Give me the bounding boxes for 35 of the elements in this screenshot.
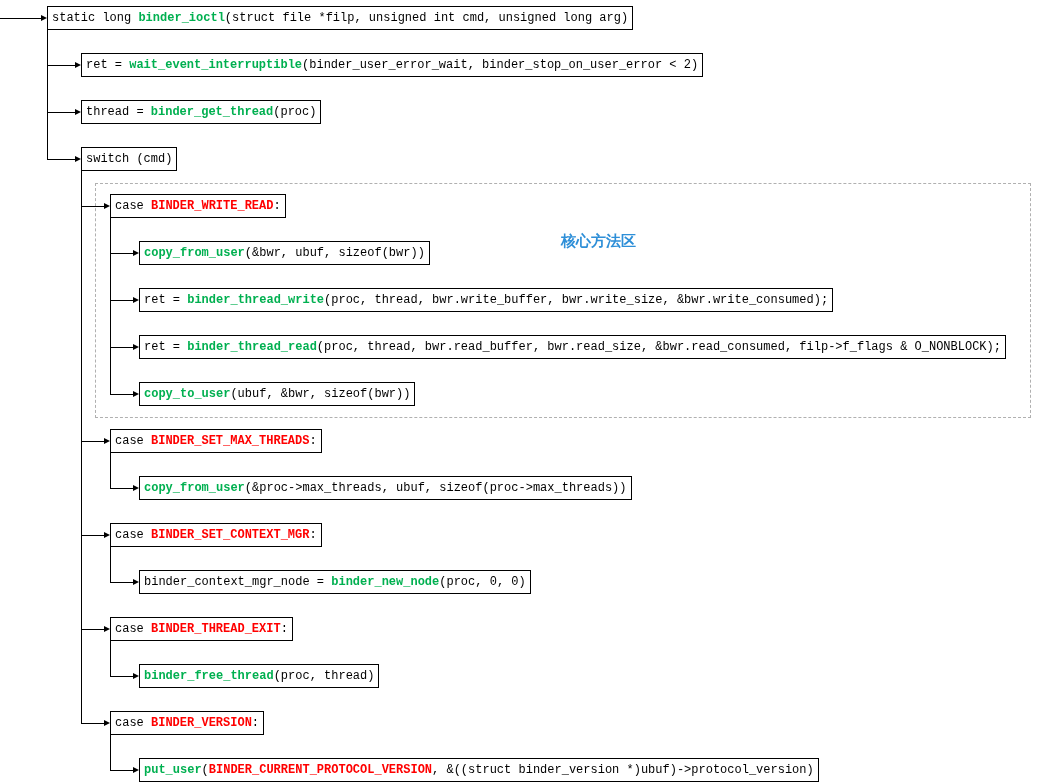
connector-arrow xyxy=(110,250,139,257)
code-box: case BINDER_VERSION: xyxy=(110,711,265,735)
code-box: case BINDER_SET_MAX_THREADS: xyxy=(110,429,322,453)
connector-arrow xyxy=(110,485,139,492)
code-box: ret = binder_thread_read(proc, thread, bwr.read_buffer, bwr.read_size, &bwr.read_consumed, filp->f_flags & O_NONBLOCK); xyxy=(139,335,1006,359)
code-box: case BINDER_SET_CONTEXT_MGR: xyxy=(110,523,322,547)
code-box: copy_from_user(&proc->max_threads, ubuf, sizeof(proc->max_threads)) xyxy=(139,476,632,500)
code-box: binder_free_thread(proc, thread) xyxy=(139,664,380,688)
connector-arrow xyxy=(110,673,139,680)
connector-arrow xyxy=(110,579,139,586)
connector-arrow xyxy=(0,15,47,22)
code-box: static long binder_ioctl(struct file *filp, unsigned int cmd, unsigned long arg) xyxy=(47,6,634,30)
code-box: case BINDER_WRITE_READ: xyxy=(110,194,286,218)
code-box: thread = binder_get_thread(proc) xyxy=(81,100,322,124)
code-box: switch (cmd) xyxy=(81,147,178,171)
connector-arrow xyxy=(47,156,81,163)
connector-arrow xyxy=(81,532,110,539)
code-box: ret = binder_thread_write(proc, thread, bwr.write_buffer, bwr.write_size, &bwr.write_consumed); xyxy=(139,288,834,312)
region-label: 核心方法区 xyxy=(561,232,636,251)
code-box: put_user(BINDER_CURRENT_PROTOCOL_VERSION, &((struct binder_version *)ubuf)->protocol_version) xyxy=(139,758,819,782)
connector-arrow xyxy=(47,62,81,69)
code-box: copy_to_user(ubuf, &bwr, sizeof(bwr)) xyxy=(139,382,416,406)
connector-arrow xyxy=(81,438,110,445)
code-box: ret = wait_event_interruptible(binder_user_error_wait, binder_stop_on_user_error < 2) xyxy=(81,53,704,77)
code-box: copy_from_user(&bwr, ubuf, sizeof(bwr)) xyxy=(139,241,430,265)
connector-arrow xyxy=(81,626,110,633)
connector-arrow xyxy=(110,297,139,304)
connector-arrow xyxy=(81,203,110,210)
code-box: case BINDER_THREAD_EXIT: xyxy=(110,617,293,641)
connector-arrow xyxy=(47,109,81,116)
connector-arrow xyxy=(110,344,139,351)
code-box: binder_context_mgr_node = binder_new_node(proc, 0, 0) xyxy=(139,570,531,594)
connector-arrow xyxy=(81,720,110,727)
connector-arrow xyxy=(110,767,139,774)
connector-arrow xyxy=(110,391,139,398)
